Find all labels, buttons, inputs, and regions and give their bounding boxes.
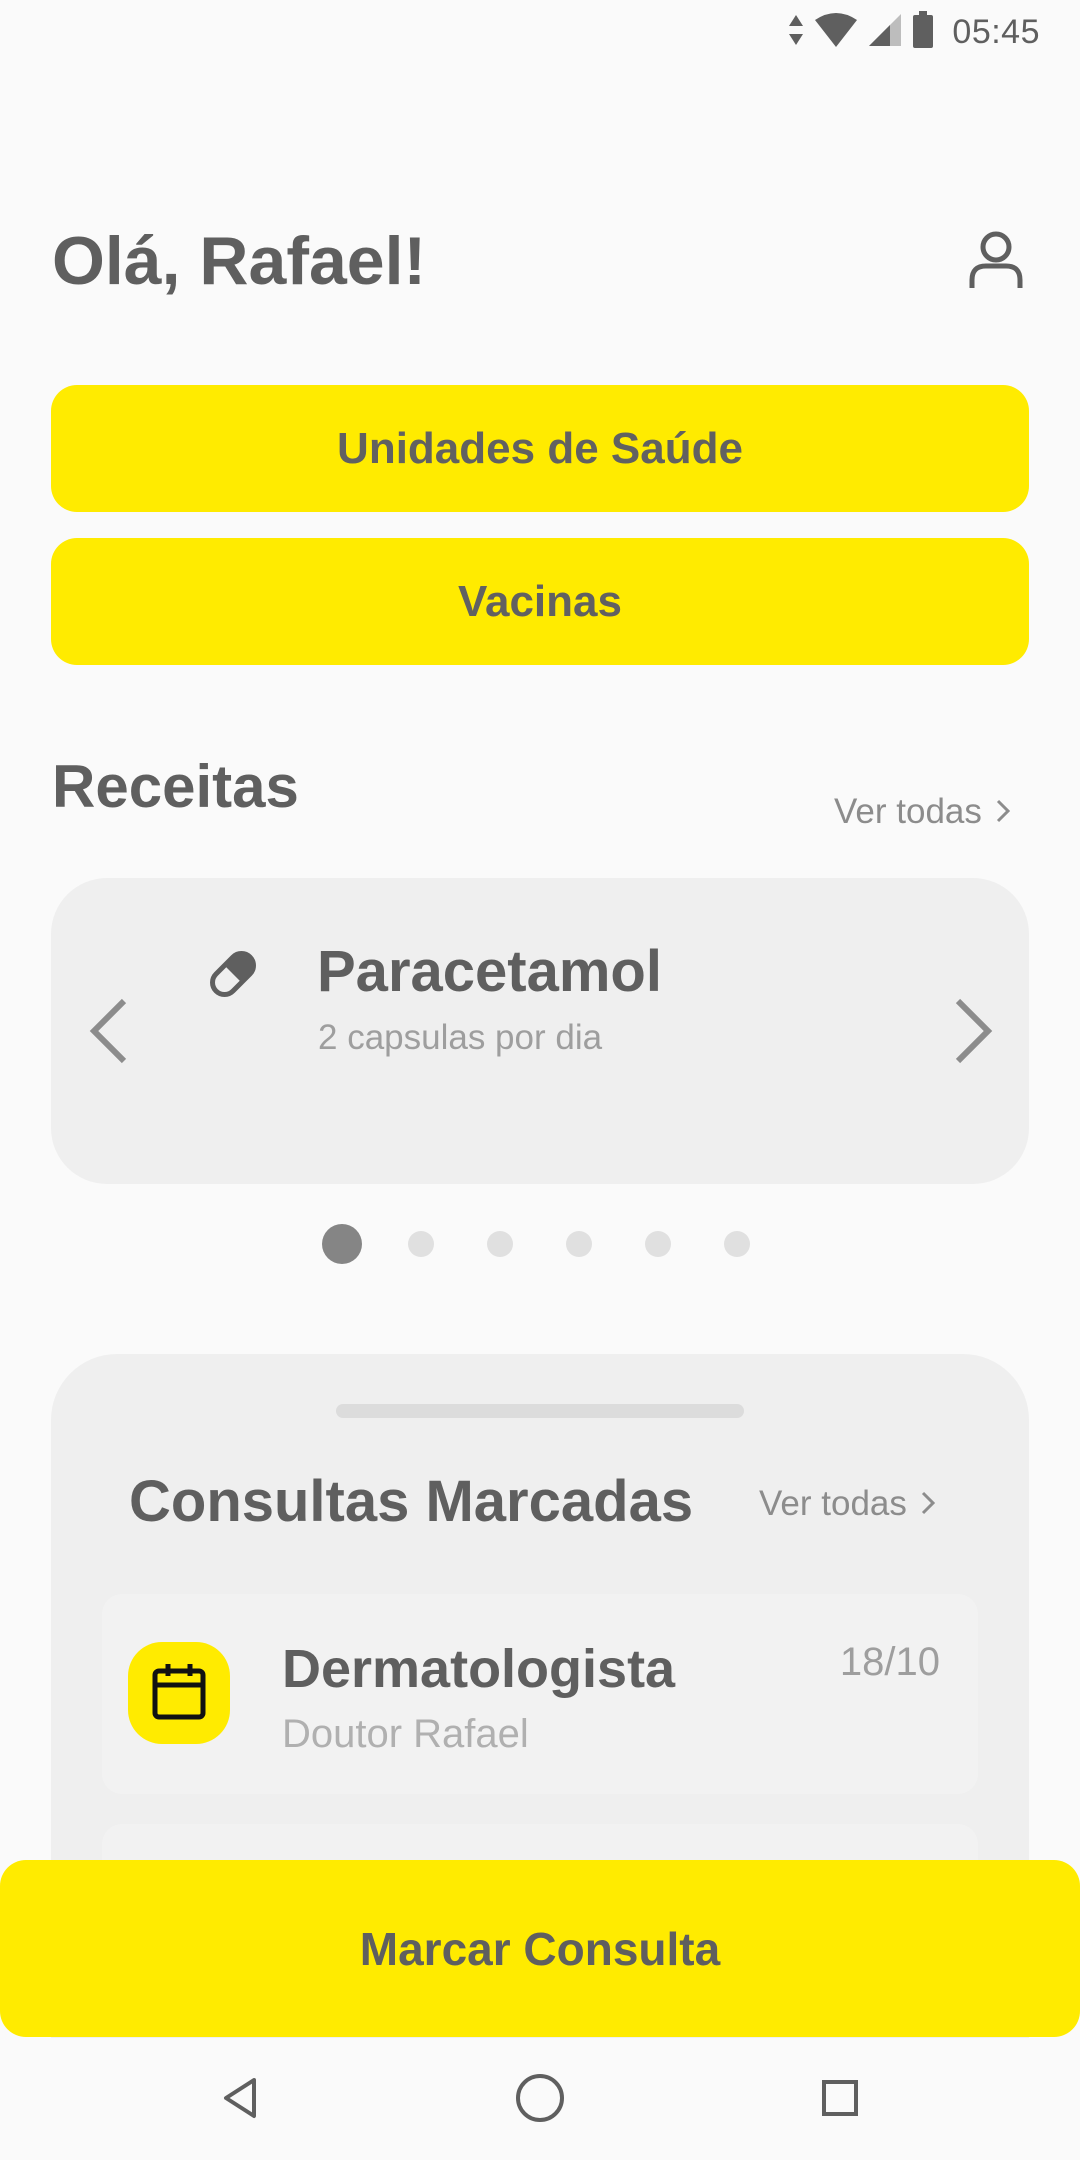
profile-button[interactable] <box>960 226 1032 298</box>
receitas-title: Receitas <box>52 753 299 820</box>
appointment-card[interactable]: Dermatologista Doutor Rafael 18/10 <box>102 1594 978 1794</box>
pill-icon <box>203 944 263 1004</box>
battery-icon <box>912 10 934 54</box>
unidades-de-saude-button[interactable]: Unidades de Saúde <box>51 385 1029 512</box>
consultas-see-all-link[interactable]: Ver todas <box>759 1484 936 1524</box>
signal-icon <box>868 13 902 52</box>
consultas-title: Consultas Marcadas <box>129 1469 694 1534</box>
status-bar: 05:45 <box>0 0 1080 63</box>
pagination-dot[interactable] <box>408 1231 434 1257</box>
appointment-icon-box <box>128 1642 230 1744</box>
chevron-right-icon <box>921 1484 936 1524</box>
home-screen: 05:45 Olá, Rafael! Unidades de Saúde Vac… <box>0 0 1080 2160</box>
nav-recents-button[interactable] <box>800 2060 880 2140</box>
pagination-dot[interactable] <box>566 1231 592 1257</box>
back-icon <box>220 2076 260 2125</box>
recipe-card[interactable]: Paracetamol 2 capsulas por dia <box>51 878 1029 1184</box>
nav-home-button[interactable] <box>500 2060 580 2140</box>
carousel-next-button[interactable] <box>939 988 1009 1078</box>
see-all-label: Ver todas <box>759 1484 907 1523</box>
pagination-dot[interactable] <box>724 1231 750 1257</box>
status-time: 05:45 <box>952 12 1040 51</box>
greeting-title: Olá, Rafael! <box>52 223 427 299</box>
recipe-name: Paracetamol <box>317 939 662 1004</box>
pagination-dot-active[interactable] <box>322 1224 362 1264</box>
carousel-pagination <box>322 1224 762 1264</box>
chevron-left-icon <box>88 997 128 1070</box>
sheet-drag-handle[interactable] <box>336 1404 744 1418</box>
chevron-right-icon <box>954 997 994 1070</box>
system-nav-bar <box>0 2038 1080 2160</box>
receitas-see-all-link[interactable]: Ver todas <box>834 792 1011 832</box>
nav-back-button[interactable] <box>200 2060 280 2140</box>
carousel-prev-button[interactable] <box>73 988 143 1078</box>
marcar-consulta-button[interactable]: Marcar Consulta <box>0 1860 1080 2037</box>
recipe-dosage: 2 capsulas por dia <box>318 1018 603 1057</box>
pagination-dot[interactable] <box>645 1231 671 1257</box>
recents-icon <box>820 2078 860 2123</box>
calendar-icon <box>152 1662 206 1725</box>
data-arrows-icon <box>788 13 804 52</box>
vacinas-button[interactable]: Vacinas <box>51 538 1029 665</box>
wifi-icon <box>814 12 858 53</box>
chevron-right-icon <box>996 792 1011 832</box>
see-all-label: Ver todas <box>834 792 982 831</box>
appointment-doctor: Doutor Rafael <box>282 1712 529 1756</box>
person-icon <box>968 230 1024 295</box>
appointment-specialty: Dermatologista <box>282 1639 676 1699</box>
appointment-date: 18/10 <box>839 1640 940 1684</box>
pagination-dot[interactable] <box>487 1231 513 1257</box>
status-icons: 05:45 <box>788 10 1040 54</box>
home-icon <box>514 2072 566 2129</box>
